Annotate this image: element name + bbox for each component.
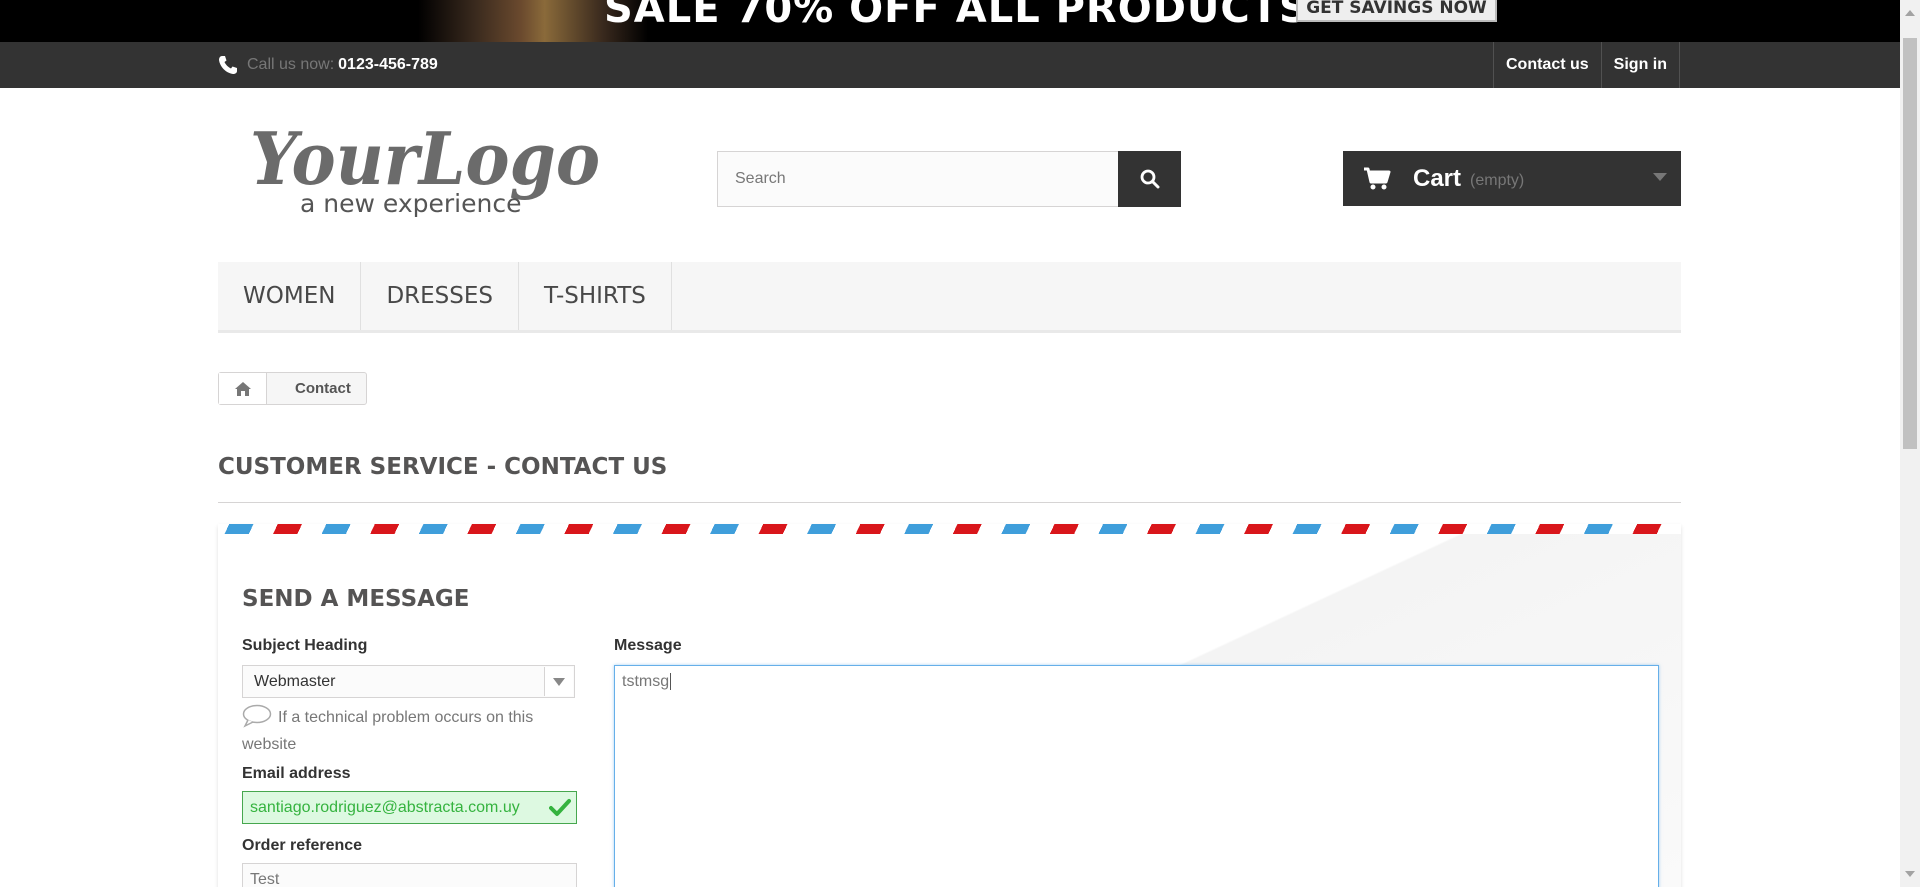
subject-label: Subject Heading [242, 637, 368, 654]
cart-block[interactable]: Cart (empty) [1343, 151, 1681, 206]
search-button[interactable] [1118, 151, 1181, 207]
main-menu: WOMEN DRESSES T-SHIRTS [218, 262, 1681, 333]
logo-tagline: a new experience [300, 189, 521, 218]
checkmark-icon [549, 799, 571, 816]
top-nav: Call us now: 0123-456-789 Contact us Sig… [0, 42, 1900, 88]
promo-banner[interactable]: SALE 70% OFF ALL PRODUCTS GET SAVINGS NO… [0, 0, 1900, 42]
envelope-stripes [218, 524, 1681, 534]
order-reference-label: Order reference [242, 837, 363, 854]
header-links: Contact us Sign in [1493, 42, 1680, 88]
logo[interactable]: YourLogo a new experience [248, 112, 603, 222]
chevron-down-icon[interactable] [1653, 173, 1667, 181]
subject-hint-text: If a technical problem occurs on this we… [242, 709, 534, 753]
menu-item-dresses[interactable]: DRESSES [361, 262, 519, 330]
phone-info: Call us now: 0123-456-789 [218, 42, 438, 88]
page-scrollbar[interactable] [1900, 0, 1920, 887]
home-icon [234, 381, 251, 396]
phone-number: 0123-456-789 [338, 56, 438, 73]
message-textarea[interactable]: tstmsg [614, 665, 1659, 887]
contact-form: SEND A MESSAGE Subject Heading Webmaster… [218, 524, 1681, 887]
search-icon [1140, 169, 1159, 189]
send-message-title: SEND A MESSAGE [242, 586, 470, 612]
speech-bubble-icon [242, 704, 272, 728]
scroll-down-arrow[interactable] [1905, 871, 1915, 877]
order-reference-value: Test [250, 871, 280, 887]
menu-item-women[interactable]: WOMEN [218, 262, 362, 330]
search-input[interactable] [717, 151, 1118, 207]
scroll-up-arrow[interactable] [1905, 10, 1915, 16]
page-title: CUSTOMER SERVICE - CONTACT US [218, 454, 668, 480]
cart-label: Cart [1413, 164, 1462, 192]
scroll-thumb[interactable] [1903, 38, 1917, 449]
cart-icon [1364, 167, 1391, 189]
sign-in-link[interactable]: Sign in [1600, 42, 1680, 88]
order-reference-field[interactable]: Test [242, 863, 577, 887]
message-label: Message [614, 637, 682, 654]
cart-status: (empty) [1470, 171, 1525, 189]
subject-value: Webmaster [254, 672, 336, 690]
phone-icon [219, 56, 237, 74]
text-cursor [670, 673, 672, 690]
subject-select[interactable]: Webmaster [242, 665, 575, 698]
message-value: tstmsg [622, 673, 670, 690]
contact-us-link[interactable]: Contact us [1493, 42, 1601, 88]
banner-text: SALE 70% OFF ALL PRODUCTS [604, 0, 1309, 32]
email-label: Email address [242, 765, 351, 782]
breadcrumb-current: Contact [295, 380, 351, 397]
heading-divider [218, 502, 1681, 503]
breadcrumb: Contact [218, 372, 367, 405]
search-form [717, 151, 1181, 207]
email-value: santiago.rodriguez@abstracta.com.uy [250, 798, 520, 816]
form-body: SEND A MESSAGE Subject Heading Webmaster… [218, 534, 1681, 887]
chevron-down-icon[interactable] [544, 667, 573, 696]
subject-hint: If a technical problem occurs on this we… [242, 704, 575, 758]
get-savings-button[interactable]: GET SAVINGS NOW [1296, 0, 1497, 22]
email-field[interactable]: santiago.rodriguez@abstracta.com.uy [242, 791, 577, 824]
call-label: Call us now: [247, 56, 335, 73]
breadcrumb-home[interactable] [219, 373, 267, 404]
menu-item-tshirts[interactable]: T-SHIRTS [519, 262, 672, 330]
